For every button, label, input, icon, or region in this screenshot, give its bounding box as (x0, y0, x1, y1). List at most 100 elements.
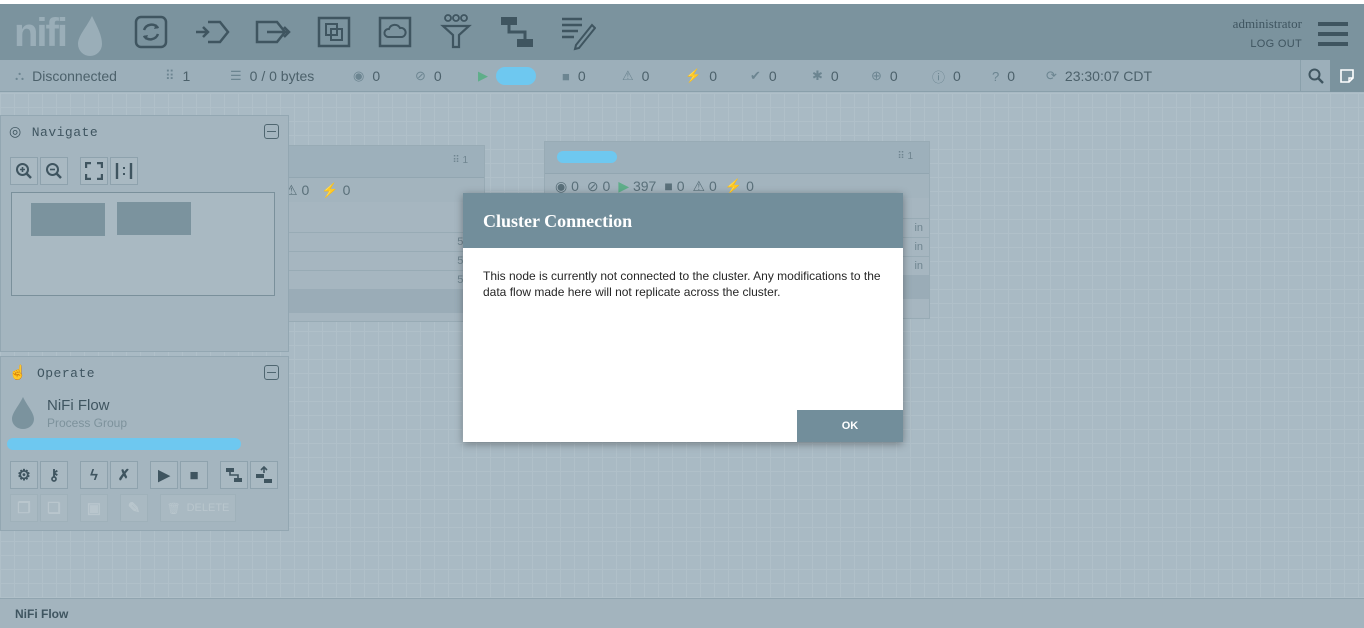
redacted-id (7, 438, 241, 450)
current-user: administrator (1232, 16, 1302, 31)
gear-icon: ⚙ (17, 467, 31, 484)
label-icon[interactable] (560, 13, 597, 51)
zoom-in-icon (16, 163, 32, 179)
color-button[interactable]: ✎ (120, 494, 148, 522)
transmitting-icon: ◉ (555, 177, 572, 194)
warning-icon: ⚠ (622, 68, 634, 83)
remote-process-group-icon[interactable] (377, 13, 413, 51)
collapse-navigate-button[interactable] (264, 124, 279, 139)
exclamation-circle-icon: ⓘ (932, 69, 946, 85)
running-status: ▶ (478, 60, 496, 92)
dialog-message: This node is currently not connected to … (483, 269, 881, 299)
stopped-status: ■ 0 (562, 68, 586, 84)
breadcrumb-root[interactable]: NiFi Flow (15, 607, 68, 621)
actual-size-icon (115, 163, 133, 179)
enable-button[interactable]: ϟ (80, 461, 108, 489)
not-transmitting-icon: ⊘ (415, 68, 426, 83)
bulletin-board-button[interactable] (1330, 60, 1364, 92)
zoom-in-button[interactable] (10, 157, 38, 185)
cluster-connection-dialog: Cluster Connection This node is currentl… (463, 193, 903, 442)
stop-icon: ■ (562, 68, 570, 84)
redacted-name (557, 151, 617, 163)
queue-icon: ☰ (230, 68, 242, 83)
locally-modified-status: ✱ 0 (812, 68, 839, 84)
search-button[interactable] (1300, 60, 1330, 92)
selected-flow-type: Process Group (47, 416, 128, 430)
nifi-logo: nifi (14, 11, 102, 56)
locally-modified-stale-status: ⓘ 0 (932, 68, 961, 85)
warning-icon: ⚠ (692, 177, 709, 194)
transmitting-icon: ◉ (353, 68, 365, 83)
key-icon: ⚷ (48, 467, 60, 484)
group-button[interactable]: ▣ (80, 494, 108, 522)
dialog-title: Cluster Connection (463, 193, 903, 248)
svg-text:nifi: nifi (14, 11, 66, 55)
invalid-status: ⚠ 0 (622, 68, 650, 84)
nodes-icon: ⠿ (165, 68, 175, 83)
lightning-slash-icon: ✗ (117, 467, 131, 484)
create-template-icon (226, 468, 242, 482)
birdseye-view[interactable] (11, 192, 275, 296)
stale-status: ⊕ 0 (871, 68, 898, 84)
user-block: administrator LOG OUT (1233, 16, 1302, 50)
navigate-panel: ◎ Navigate (0, 115, 289, 352)
fit-icon (85, 162, 103, 180)
trash-icon: 🗑 (166, 502, 181, 515)
operate-header: ☝ Operate (9, 365, 96, 382)
birdseye-component (31, 203, 105, 236)
group-icon: ▣ (86, 500, 102, 517)
up-to-date-status: ✔ 0 (750, 68, 777, 84)
copy-icon: ❐ (17, 500, 31, 517)
operate-panel: ☝ Operate NiFi Flow Process Group ⚙ ⚷ ϟ … (0, 356, 289, 531)
zoom-out-icon (46, 163, 62, 179)
menu-icon[interactable] (1318, 20, 1348, 48)
stop-icon: ■ (664, 178, 677, 194)
refresh-status[interactable]: ⟳ 23:30:07 CDT (1046, 60, 1152, 92)
not-transmitting-icon: ⊘ (586, 177, 603, 194)
paintbrush-icon: ✎ (127, 500, 141, 517)
disabled-icon: ⚡ (685, 68, 702, 83)
output-port-icon[interactable] (255, 13, 291, 51)
processor-icon[interactable] (133, 13, 169, 51)
birdseye-component (117, 202, 191, 235)
arrow-up-circle-icon: ⊕ (871, 68, 882, 83)
selected-flow-name: NiFi Flow (47, 397, 110, 414)
disabled-icon: ⚡ (321, 181, 343, 198)
disable-button[interactable]: ✗ (110, 461, 138, 489)
start-button[interactable]: ▶ (150, 461, 178, 489)
access-policies-button[interactable]: ⚷ (40, 461, 68, 489)
process-group-icon[interactable] (316, 13, 352, 51)
asterisk-icon: ✱ (812, 68, 823, 83)
search-icon (1308, 68, 1324, 84)
actual-size-button[interactable] (110, 157, 138, 185)
disabled-status: ⚡ 0 (685, 68, 717, 84)
collapse-operate-button[interactable] (264, 365, 279, 380)
sticky-note-icon (1340, 69, 1354, 83)
not-transmitting-status: ⊘ 0 (415, 68, 442, 84)
zoom-out-button[interactable] (40, 157, 68, 185)
create-template-button[interactable] (220, 461, 248, 489)
funnel-icon[interactable] (438, 13, 474, 51)
upload-template-button[interactable] (250, 461, 278, 489)
compass-icon: ◎ (9, 124, 22, 141)
fit-button[interactable] (80, 157, 108, 185)
paste-button[interactable]: ❏ (40, 494, 68, 522)
redacted-value (496, 67, 536, 85)
stop-button[interactable]: ■ (180, 461, 208, 489)
stop-icon: ■ (189, 466, 199, 484)
input-port-icon[interactable] (194, 13, 230, 51)
refresh-icon[interactable]: ⟳ (1046, 68, 1057, 84)
copy-button[interactable]: ❐ (10, 494, 38, 522)
sync-failure-status: ? 0 (992, 68, 1016, 84)
breadcrumb: NiFi Flow (0, 598, 1364, 628)
delete-button[interactable]: 🗑 DELETE (160, 494, 236, 522)
play-icon: ▶ (158, 467, 170, 484)
configure-button[interactable]: ⚙ (10, 461, 38, 489)
logout-link[interactable]: LOG OUT (1233, 38, 1302, 50)
ok-button[interactable]: OK (797, 410, 903, 442)
play-icon: ▶ (618, 177, 633, 194)
header-bar: nifi administrator LOG OUT (0, 0, 1364, 60)
status-bar: ⛬ Disconnected ⠿ 1 ☰ 0 / 0 bytes ◉ 0 ⊘ 0 ▶ ■ 0… (0, 60, 1364, 92)
connection-status: ⛬ Disconnected (15, 68, 117, 84)
template-icon[interactable] (499, 13, 535, 51)
